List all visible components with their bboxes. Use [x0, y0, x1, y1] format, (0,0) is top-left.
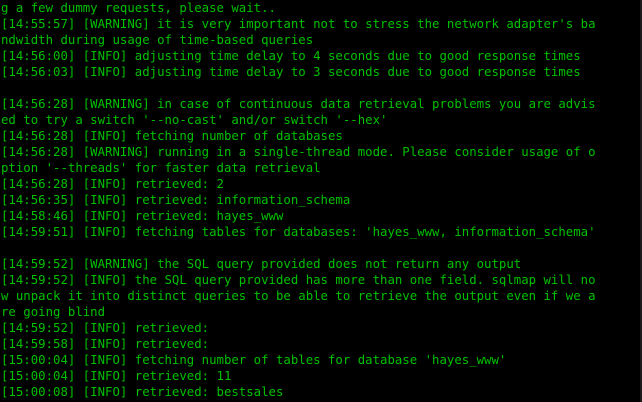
terminal-line: [14:56:28] [WARNING] in case of continuo…: [1, 97, 596, 111]
terminal-line: w unpack it into distinct queries to be …: [1, 289, 596, 303]
terminal-line: ed to try a switch '--no-cast' and/or sw…: [1, 113, 388, 127]
terminal-line: re going blind: [1, 305, 106, 319]
terminal-line: [14:56:03] [INFO] adjusting time delay t…: [1, 65, 581, 79]
terminal-line: [15:00:04] [INFO] fetching number of tab…: [1, 353, 507, 367]
terminal-line: [14:59:51] [INFO] fetching tables for da…: [1, 225, 596, 239]
terminal-line: [14:59:52] [WARNING] the SQL query provi…: [1, 257, 522, 271]
terminal-line: [14:56:00] [INFO] adjusting time delay t…: [1, 49, 581, 63]
terminal-line: [14:56:28] [INFO] fetching number of dat…: [1, 129, 343, 143]
terminal-line: [14:59:52] [INFO] the SQL query provided…: [1, 273, 596, 287]
terminal-line: ndwidth during usage of time-based queri…: [1, 33, 314, 47]
terminal-line: [14:56:28] [WARNING] running in a single…: [1, 145, 596, 159]
terminal-line: [15:00:04] [INFO] retrieved: 11: [1, 369, 232, 383]
terminal-line: [14:59:52] [INFO] retrieved:: [1, 321, 210, 335]
terminal-line: ption '--threads' for faster data retrie…: [1, 161, 321, 175]
terminal-line: [14:55:57] [WARNING] it is very importan…: [1, 17, 596, 31]
terminal-line: [14:56:35] [INFO] retrieved: information…: [1, 193, 351, 207]
terminal-line: g a few dummy requests, please wait..: [1, 1, 276, 15]
terminal-line: [14:56:28] [INFO] retrieved: 2: [1, 177, 224, 191]
terminal-line: [15:00:08] [INFO] retrieved: bestsales: [1, 385, 284, 399]
terminal-line: [14:59:58] [INFO] retrieved:: [1, 337, 210, 351]
terminal-line: [14:58:46] [INFO] retrieved: hayes_www: [1, 209, 284, 223]
terminal-window[interactable]: g a few dummy requests, please wait.. [1…: [0, 0, 642, 402]
